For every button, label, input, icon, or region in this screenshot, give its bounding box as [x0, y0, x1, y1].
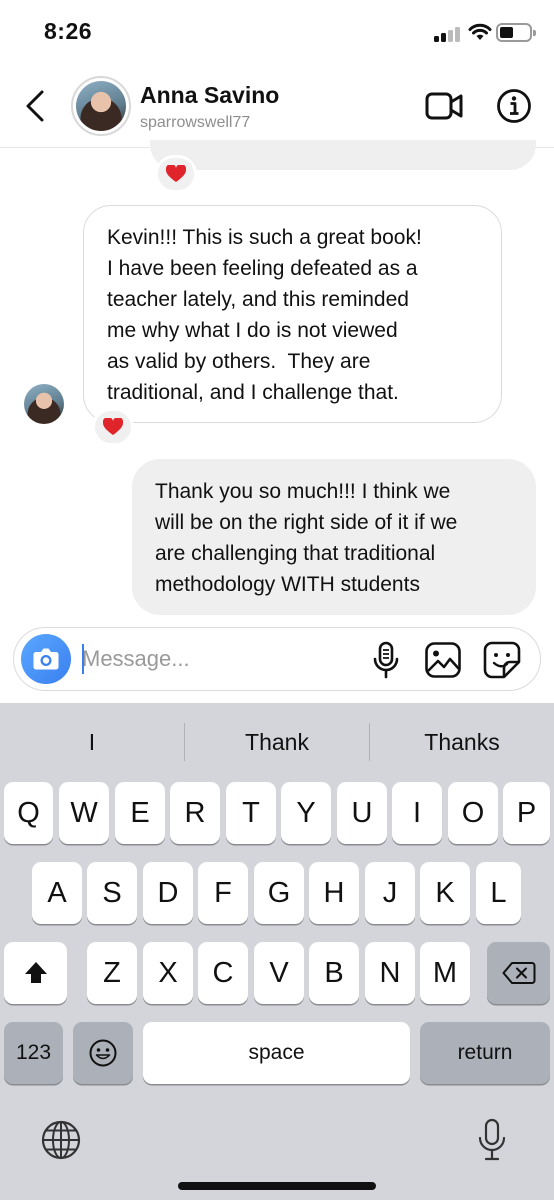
key-p[interactable]: P — [503, 782, 550, 844]
message-line: as valid by others. They are — [107, 350, 371, 373]
key-h[interactable]: H — [309, 862, 359, 924]
suggestion-2[interactable]: Thank — [185, 703, 369, 781]
key-s[interactable]: S — [87, 862, 137, 924]
key-g[interactable]: G — [254, 862, 304, 924]
message-line: methodology WITH students — [155, 573, 420, 596]
info-icon[interactable] — [496, 88, 532, 124]
heart-reaction[interactable] — [155, 155, 197, 193]
key-l[interactable]: L — [476, 862, 521, 924]
dictation-microphone-icon[interactable] — [476, 1117, 508, 1163]
received-message-bubble[interactable]: Kevin!!! This is such a great book! I ha… — [83, 205, 502, 423]
chat-header: Anna Savino sparrowswell77 — [0, 66, 554, 148]
video-camera-icon[interactable] — [424, 88, 464, 124]
sent-message-bubble[interactable]: Thank you so much!!! I think we will be … — [132, 459, 536, 615]
sender-avatar[interactable] — [24, 384, 64, 424]
key-y[interactable]: Y — [281, 782, 331, 844]
heart-reaction[interactable] — [92, 408, 134, 446]
key-u[interactable]: U — [337, 782, 387, 844]
key-i[interactable]: I — [392, 782, 442, 844]
key-f[interactable]: F — [198, 862, 248, 924]
shift-key[interactable] — [4, 942, 67, 1004]
key-n[interactable]: N — [365, 942, 415, 1004]
space-key[interactable]: space — [143, 1022, 410, 1084]
key-e[interactable]: E — [115, 782, 165, 844]
keyboard: I Thank Thanks Q W E R T Y U I O P A S D… — [0, 703, 554, 1200]
contact-handle[interactable]: sparrowswell77 — [140, 114, 250, 132]
message-line: traditional, and I challenge that. — [107, 381, 399, 404]
message-line: will be on the right side of it if we — [155, 511, 458, 534]
message-line: me why what I do is not viewed — [107, 319, 398, 342]
heart-icon — [103, 418, 123, 435]
key-z[interactable]: Z — [87, 942, 137, 1004]
message-line: I have been feeling defeated as a — [107, 257, 418, 280]
key-v[interactable]: V — [254, 942, 304, 1004]
camera-icon — [33, 648, 59, 670]
key-j[interactable]: J — [365, 862, 415, 924]
previous-message-bubble — [150, 140, 536, 170]
status-time: 8:26 — [44, 18, 93, 44]
emoji-icon — [89, 1039, 117, 1067]
camera-button[interactable] — [21, 634, 71, 684]
contact-name[interactable]: Anna Savino — [140, 82, 279, 109]
key-r[interactable]: R — [170, 782, 220, 844]
return-key[interactable]: return — [420, 1022, 550, 1084]
message-line: teacher lately, and this reminded — [107, 288, 409, 311]
message-line: are challenging that traditional — [155, 542, 436, 565]
shift-arrow-icon — [24, 962, 47, 983]
message-input[interactable] — [82, 642, 352, 676]
status-bar: 8:26 — [0, 0, 554, 66]
suggestion-bar: I Thank Thanks — [0, 703, 554, 781]
numbers-key[interactable]: 123 — [4, 1022, 63, 1084]
key-o[interactable]: O — [448, 782, 498, 844]
delete-key[interactable] — [487, 942, 550, 1004]
key-m[interactable]: M — [420, 942, 470, 1004]
cellular-signal-icon — [434, 26, 462, 42]
microphone-icon[interactable] — [370, 640, 402, 680]
key-q[interactable]: Q — [4, 782, 53, 844]
key-w[interactable]: W — [59, 782, 109, 844]
suggestion-3[interactable]: Thanks — [370, 703, 554, 781]
text-caret — [82, 644, 84, 674]
contact-avatar[interactable] — [71, 76, 131, 136]
backspace-icon — [502, 962, 535, 984]
key-t[interactable]: T — [226, 782, 276, 844]
gallery-icon[interactable] — [424, 641, 462, 679]
key-c[interactable]: C — [198, 942, 248, 1004]
battery-icon — [496, 23, 536, 42]
message-line: Kevin!!! This is such a great book! — [107, 226, 422, 249]
message-composer — [13, 627, 541, 691]
key-d[interactable]: D — [143, 862, 193, 924]
wifi-icon — [468, 23, 492, 40]
globe-icon[interactable] — [40, 1119, 82, 1161]
key-a[interactable]: A — [32, 862, 82, 924]
emoji-key[interactable] — [73, 1022, 133, 1084]
key-k[interactable]: K — [420, 862, 470, 924]
message-line: Thank you so much!!! I think we — [155, 480, 451, 503]
back-chevron-icon[interactable] — [20, 86, 50, 126]
suggestion-1[interactable]: I — [0, 703, 184, 781]
key-x[interactable]: X — [143, 942, 193, 1004]
heart-icon — [166, 165, 186, 182]
key-b[interactable]: B — [309, 942, 359, 1004]
sticker-icon[interactable] — [482, 640, 522, 680]
home-indicator — [178, 1182, 376, 1190]
